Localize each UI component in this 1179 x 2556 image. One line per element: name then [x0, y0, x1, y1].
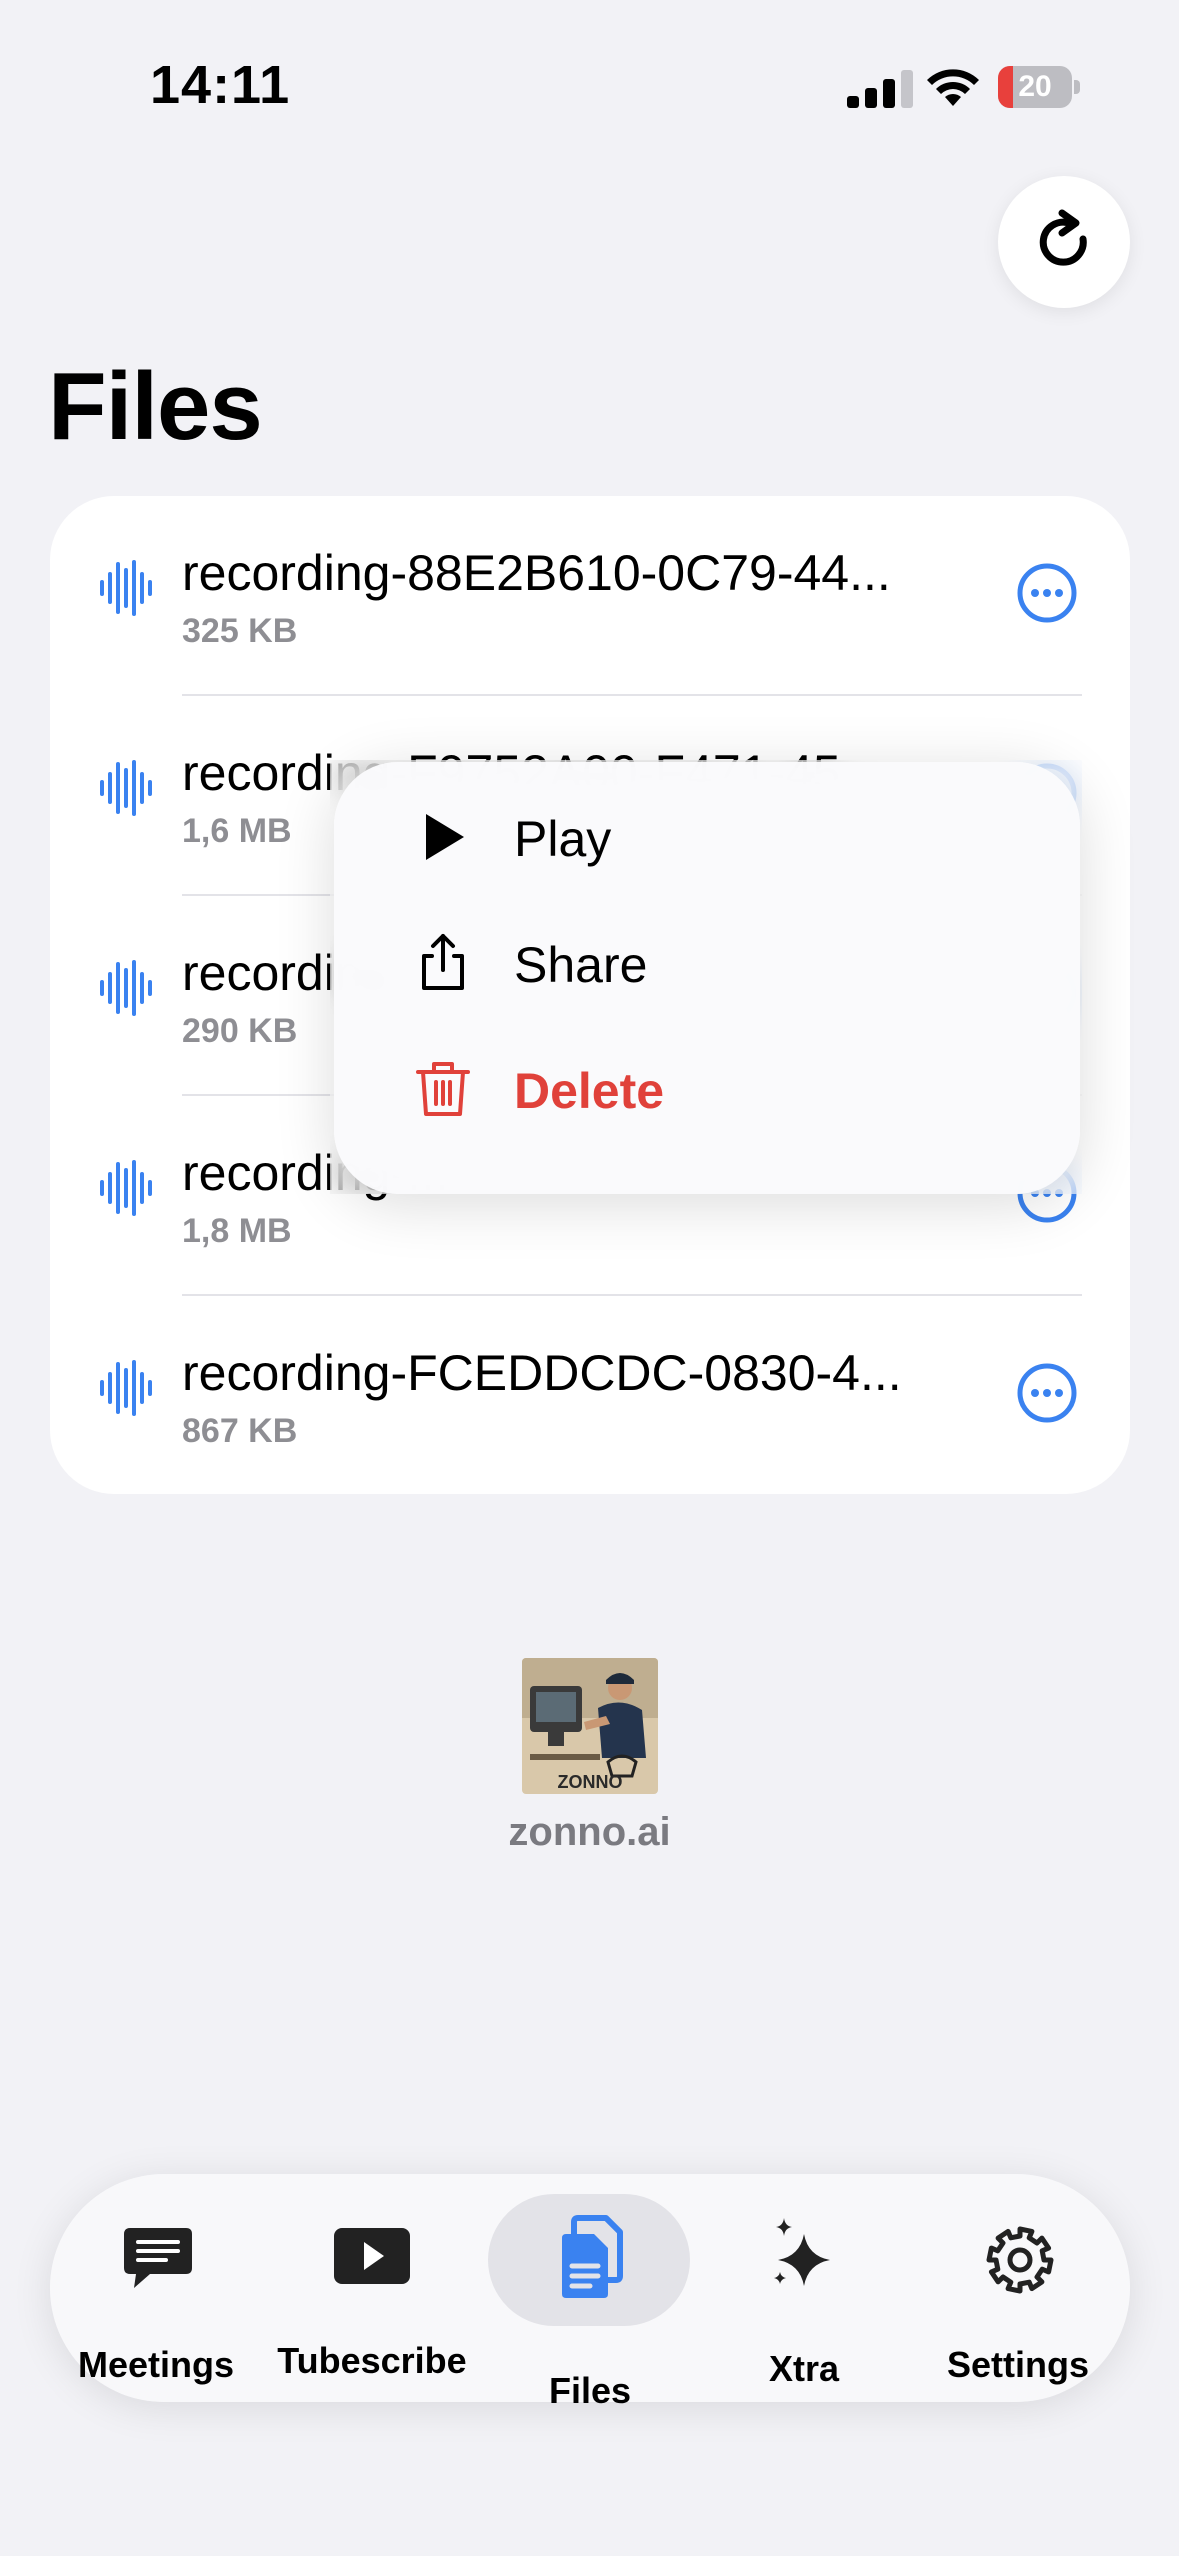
refresh-button[interactable] — [998, 176, 1130, 308]
battery-icon: 20 — [998, 66, 1080, 108]
tab-label-files: Files — [548, 2370, 632, 2411]
cellular-signal-icon — [847, 70, 913, 108]
context-menu: Play Share Delete — [334, 762, 1080, 1194]
documents-icon — [562, 2215, 623, 2298]
play-rectangle-icon — [334, 2228, 410, 2284]
wifi-icon — [927, 69, 979, 106]
gear-icon — [986, 2226, 1054, 2294]
waveform-icon — [100, 760, 152, 816]
status-time: 14:11 — [150, 55, 291, 115]
tab-xtra[interactable]: Xtra — [698, 2174, 914, 2402]
tab-label-xtra: Xtra — [768, 2348, 840, 2389]
waveform-icon — [100, 960, 152, 1016]
battery-level: 20 — [1018, 70, 1052, 103]
menu-item-delete[interactable]: Delete — [334, 1034, 1080, 1144]
play-icon — [426, 814, 464, 860]
menu-label-play: Play — [514, 811, 612, 867]
tab-files[interactable]: Files — [482, 2174, 698, 2411]
file-name: recording-FCEDDCDC-0830-4... — [182, 1345, 902, 1401]
share-icon — [422, 934, 464, 990]
more-options-icon[interactable] — [1016, 562, 1078, 624]
chat-bubble-icon — [124, 2228, 192, 2288]
sparkles-icon — [774, 2218, 830, 2286]
waveform-icon — [100, 1160, 152, 1216]
tab-label-tubescribe: Tubescribe — [277, 2340, 467, 2381]
page-title: Files — [48, 353, 263, 460]
more-options-icon[interactable] — [1016, 1362, 1078, 1424]
file-size: 290 KB — [182, 1012, 298, 1050]
file-name: recording-88E2B610-0C79-44... — [182, 545, 891, 601]
tab-tubescribe[interactable]: Tubescribe — [266, 2174, 482, 2402]
file-size: 325 KB — [182, 612, 298, 650]
file-size: 1,6 MB — [182, 812, 292, 850]
file-size: 867 KB — [182, 1412, 298, 1450]
zonno-logo: ZONNO — [522, 1658, 658, 1794]
tab-bar: Meetings Tubescribe Files Xtra Settings — [50, 2174, 1130, 2411]
file-row[interactable]: recording-FCEDDCDC-0830-4... 867 KB — [50, 1296, 1130, 1494]
file-size: 1,8 MB — [182, 1212, 292, 1250]
trash-icon — [416, 1062, 470, 1116]
menu-label-delete: Delete — [514, 1063, 665, 1119]
waveform-icon — [100, 560, 152, 616]
waveform-icon — [100, 1360, 152, 1416]
tab-label-settings: Settings — [946, 2344, 1090, 2385]
menu-item-play[interactable]: Play — [334, 782, 1080, 892]
file-row[interactable]: recording-88E2B610-0C79-44... 325 KB — [50, 496, 1130, 696]
status-bar: 14:11 20 — [0, 0, 1179, 170]
menu-label-share: Share — [514, 937, 648, 993]
tab-settings[interactable]: Settings — [914, 2174, 1130, 2402]
brand-name: zonno.ai — [508, 1810, 671, 1854]
tab-meetings[interactable]: Meetings — [50, 2174, 266, 2402]
logo-text: ZONNO — [558, 1772, 623, 1792]
refresh-icon — [1039, 209, 1087, 266]
tab-label-meetings: Meetings — [77, 2344, 235, 2385]
menu-item-share[interactable]: Share — [334, 908, 1080, 1018]
